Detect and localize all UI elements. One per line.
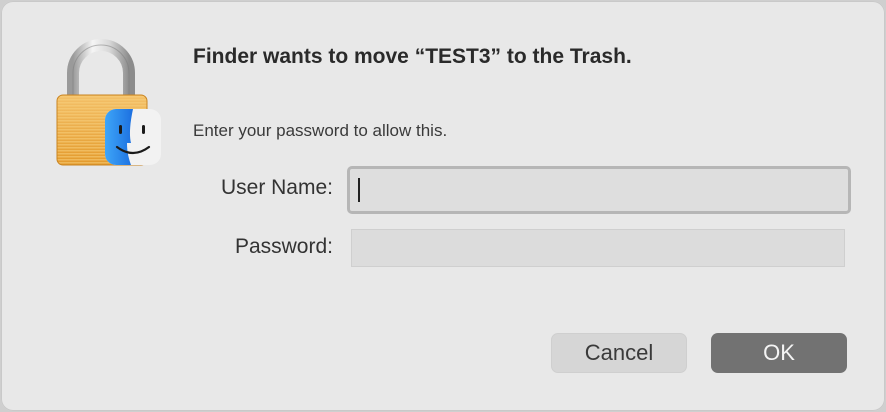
username-field[interactable]	[347, 166, 851, 214]
lock-with-finder-icon	[53, 39, 165, 169]
username-label: User Name:	[220, 176, 333, 199]
authorization-dialog: Finder wants to move “TEST3” to the Tras…	[1, 1, 885, 411]
password-field[interactable]	[351, 229, 845, 267]
text-caret	[358, 178, 360, 202]
cancel-button[interactable]: Cancel	[551, 333, 687, 373]
dialog-subtitle: Enter your password to allow this.	[193, 121, 448, 140]
password-label: Password:	[234, 235, 333, 258]
ok-button[interactable]: OK	[711, 333, 847, 373]
dialog-title: Finder wants to move “TEST3” to the Tras…	[193, 45, 632, 68]
